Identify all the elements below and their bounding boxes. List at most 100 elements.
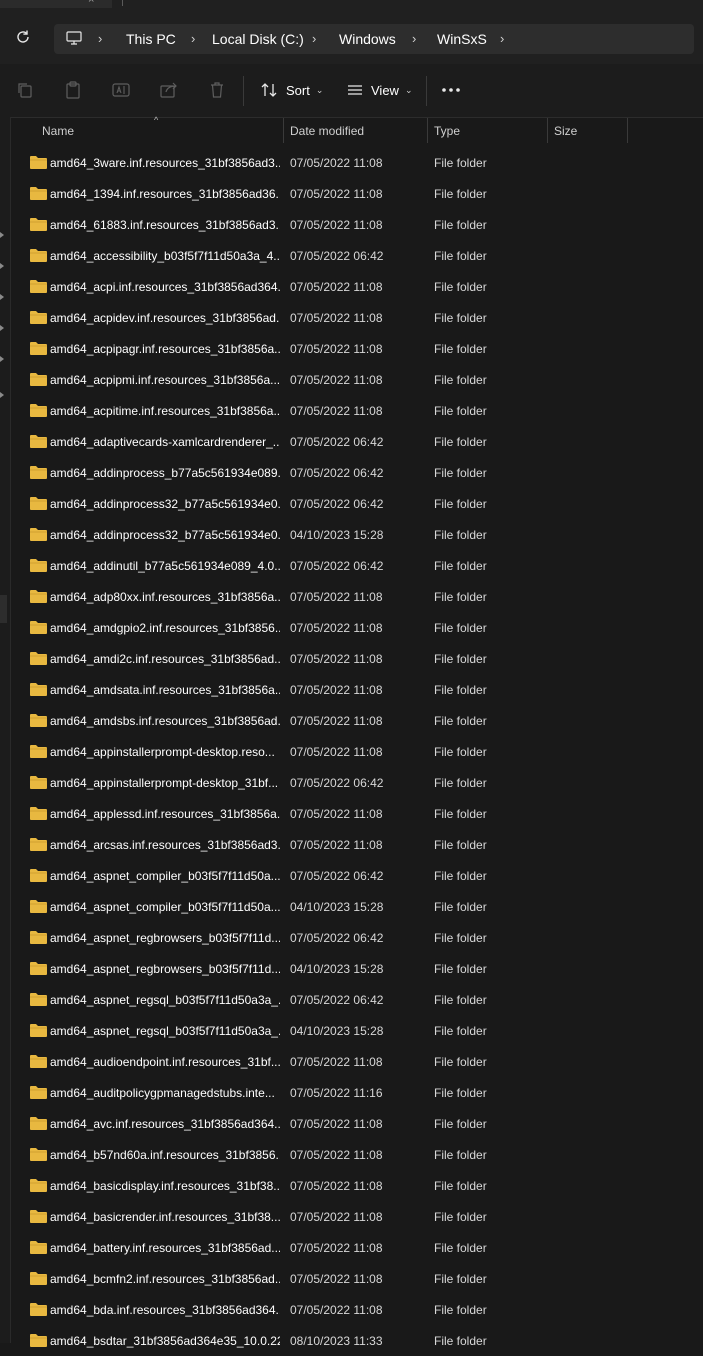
file-row[interactable]: amd64_appinstallerprompt-desktop_31bf...… [12,767,703,798]
file-row[interactable]: amd64_acpitime.inf.resources_31bf3856a..… [12,395,703,426]
share-icon[interactable] [160,81,178,99]
column-name[interactable]: Name [42,124,74,138]
file-row[interactable]: amd64_accessibility_b03f5f7f11d50a3a_4..… [12,240,703,271]
delete-icon[interactable] [208,81,226,99]
breadcrumb-this-pc[interactable]: This PC [126,31,176,47]
file-name[interactable]: amd64_1394.inf.resources_31bf3856ad36... [50,187,280,201]
column-size[interactable]: Size [554,124,577,138]
address-bar[interactable]: › This PC › Local Disk (C:) › Windows › … [54,24,694,54]
close-tab-icon[interactable]: × [88,0,94,6]
file-name[interactable]: amd64_basicdisplay.inf.resources_31bf38.… [50,1179,280,1193]
file-row[interactable]: amd64_aspnet_regbrowsers_b03f5f7f11d... 0… [12,922,703,953]
chevron-right-icon[interactable]: › [191,31,195,46]
file-row[interactable]: amd64_aspnet_regbrowsers_b03f5f7f11d... 0… [12,953,703,984]
file-row[interactable]: amd64_bda.inf.resources_31bf3856ad364...… [12,1294,703,1325]
file-name[interactable]: amd64_acpipagr.inf.resources_31bf3856a..… [50,342,280,356]
file-row[interactable]: amd64_amdsata.inf.resources_31bf3856a...… [12,674,703,705]
expand-arrow-icon[interactable] [0,325,4,331]
file-row[interactable]: amd64_61883.inf.resources_31bf3856ad3...… [12,209,703,240]
file-name[interactable]: amd64_bda.inf.resources_31bf3856ad364... [50,1303,280,1317]
expand-arrow-icon[interactable] [0,232,4,238]
breadcrumb-local-disk[interactable]: Local Disk (C:) [212,31,304,47]
file-name[interactable]: amd64_aspnet_regsql_b03f5f7f11d50a3a_... [50,1024,280,1038]
chevron-right-icon[interactable]: › [412,31,416,46]
file-row[interactable]: amd64_adaptivecards-xamlcardrenderer_...… [12,426,703,457]
file-name[interactable]: amd64_61883.inf.resources_31bf3856ad3... [50,218,280,232]
column-divider[interactable] [547,118,548,143]
file-row[interactable]: amd64_b57nd60a.inf.resources_31bf3856...… [12,1139,703,1170]
file-row[interactable]: amd64_aspnet_regsql_b03f5f7f11d50a3a_...… [12,984,703,1015]
file-name[interactable]: amd64_auditpolicygpmanagedstubs.inte... [50,1086,280,1100]
file-row[interactable]: amd64_acpipmi.inf.resources_31bf3856a...… [12,364,703,395]
this-pc-icon[interactable] [66,31,82,45]
file-row[interactable]: amd64_aspnet_compiler_b03f5f7f11d50a... 0… [12,860,703,891]
file-name[interactable]: amd64_applessd.inf.resources_31bf3856a..… [50,807,280,821]
chevron-right-icon[interactable]: › [98,31,102,46]
file-row[interactable]: amd64_audioendpoint.inf.resources_31bf..… [12,1046,703,1077]
rename-icon[interactable] [112,81,130,99]
view-button[interactable]: View ⌄ [347,76,413,104]
file-name[interactable]: amd64_amdi2c.inf.resources_31bf3856ad... [50,652,280,666]
file-name[interactable]: amd64_aspnet_regsql_b03f5f7f11d50a3a_... [50,993,280,1007]
file-name[interactable]: amd64_accessibility_b03f5f7f11d50a3a_4..… [50,249,280,263]
file-row[interactable]: amd64_battery.inf.resources_31bf3856ad..… [12,1232,703,1263]
sort-button[interactable]: Sort ⌄ [260,76,323,104]
breadcrumb-winsxs[interactable]: WinSxS [437,31,487,47]
chevron-right-icon[interactable]: › [312,31,316,46]
file-row[interactable]: amd64_avc.inf.resources_31bf3856ad364...… [12,1108,703,1139]
file-row[interactable]: amd64_basicrender.inf.resources_31bf38..… [12,1201,703,1232]
file-name[interactable]: amd64_appinstallerprompt-desktop.reso... [50,745,280,759]
file-name[interactable]: amd64_aspnet_compiler_b03f5f7f11d50a... [50,869,280,883]
file-name[interactable]: amd64_bsdtar_31bf3856ad364e35_10.0.22... [50,1334,280,1348]
file-row[interactable]: amd64_adp80xx.inf.resources_31bf3856a...… [12,581,703,612]
file-row[interactable]: amd64_basicdisplay.inf.resources_31bf38.… [12,1170,703,1201]
expand-arrow-icon[interactable] [0,263,4,269]
file-row[interactable]: amd64_addinutil_b77a5c561934e089_4.0....… [12,550,703,581]
file-name[interactable]: amd64_acpi.inf.resources_31bf3856ad364..… [50,280,280,294]
file-row[interactable]: amd64_arcsas.inf.resources_31bf3856ad3..… [12,829,703,860]
file-name[interactable]: amd64_amdgpio2.inf.resources_31bf3856... [50,621,280,635]
expand-arrow-icon[interactable] [0,356,4,362]
chevron-right-icon[interactable]: › [500,31,504,46]
file-name[interactable]: amd64_bcmfn2.inf.resources_31bf3856ad... [50,1272,280,1286]
column-divider[interactable] [627,118,628,143]
refresh-icon[interactable] [14,28,32,46]
file-row[interactable]: amd64_appinstallerprompt-desktop.reso...… [12,736,703,767]
file-name[interactable]: amd64_acpidev.inf.resources_31bf3856ad..… [50,311,280,325]
more-options-icon[interactable]: ••• [441,86,461,94]
file-name[interactable]: amd64_addinprocess_b77a5c561934e089... [50,466,280,480]
file-row[interactable]: amd64_acpidev.inf.resources_31bf3856ad..… [12,302,703,333]
file-name[interactable]: amd64_addinprocess32_b77a5c561934e0... [50,497,280,511]
file-row[interactable]: amd64_addinprocess32_b77a5c561934e0... 07… [12,488,703,519]
expand-arrow-icon[interactable] [0,392,4,398]
breadcrumb-windows[interactable]: Windows [339,31,396,47]
file-row[interactable]: amd64_amdsbs.inf.resources_31bf3856ad...… [12,705,703,736]
file-row[interactable]: amd64_aspnet_compiler_b03f5f7f11d50a... 0… [12,891,703,922]
file-row[interactable]: amd64_acpi.inf.resources_31bf3856ad364..… [12,271,703,302]
file-name[interactable]: amd64_audioendpoint.inf.resources_31bf..… [50,1055,280,1069]
file-name[interactable]: amd64_addinutil_b77a5c561934e089_4.0.... [50,559,280,573]
file-row[interactable]: amd64_aspnet_regsql_b03f5f7f11d50a3a_...… [12,1015,703,1046]
file-row[interactable]: amd64_addinprocess32_b77a5c561934e0... 04… [12,519,703,550]
file-name[interactable]: amd64_amdsata.inf.resources_31bf3856a... [50,683,280,697]
copy-icon[interactable] [16,81,34,99]
paste-icon[interactable] [64,81,82,99]
file-row[interactable]: amd64_amdgpio2.inf.resources_31bf3856...… [12,612,703,643]
nav-selected-item[interactable] [0,595,7,623]
file-row[interactable]: amd64_acpipagr.inf.resources_31bf3856a..… [12,333,703,364]
file-row[interactable]: amd64_addinprocess_b77a5c561934e089... 07… [12,457,703,488]
column-date-modified[interactable]: Date modified [290,124,364,138]
column-type[interactable]: Type [434,124,460,138]
file-name[interactable]: amd64_arcsas.inf.resources_31bf3856ad3..… [50,838,280,852]
file-name[interactable]: amd64_amdsbs.inf.resources_31bf3856ad... [50,714,280,728]
file-name[interactable]: amd64_aspnet_regbrowsers_b03f5f7f11d... [50,962,280,976]
file-row[interactable]: amd64_bsdtar_31bf3856ad364e35_10.0.22...… [12,1325,703,1356]
file-row[interactable]: amd64_applessd.inf.resources_31bf3856a..… [12,798,703,829]
file-name[interactable]: amd64_battery.inf.resources_31bf3856ad..… [50,1241,280,1255]
file-row[interactable]: amd64_auditpolicygpmanagedstubs.inte... 0… [12,1077,703,1108]
file-name[interactable]: amd64_aspnet_compiler_b03f5f7f11d50a... [50,900,280,914]
active-tab[interactable]: × [0,0,112,8]
file-name[interactable]: amd64_adaptivecards-xamlcardrenderer_... [50,435,280,449]
file-name[interactable]: amd64_acpitime.inf.resources_31bf3856a..… [50,404,280,418]
file-name[interactable]: amd64_aspnet_regbrowsers_b03f5f7f11d... [50,931,280,945]
